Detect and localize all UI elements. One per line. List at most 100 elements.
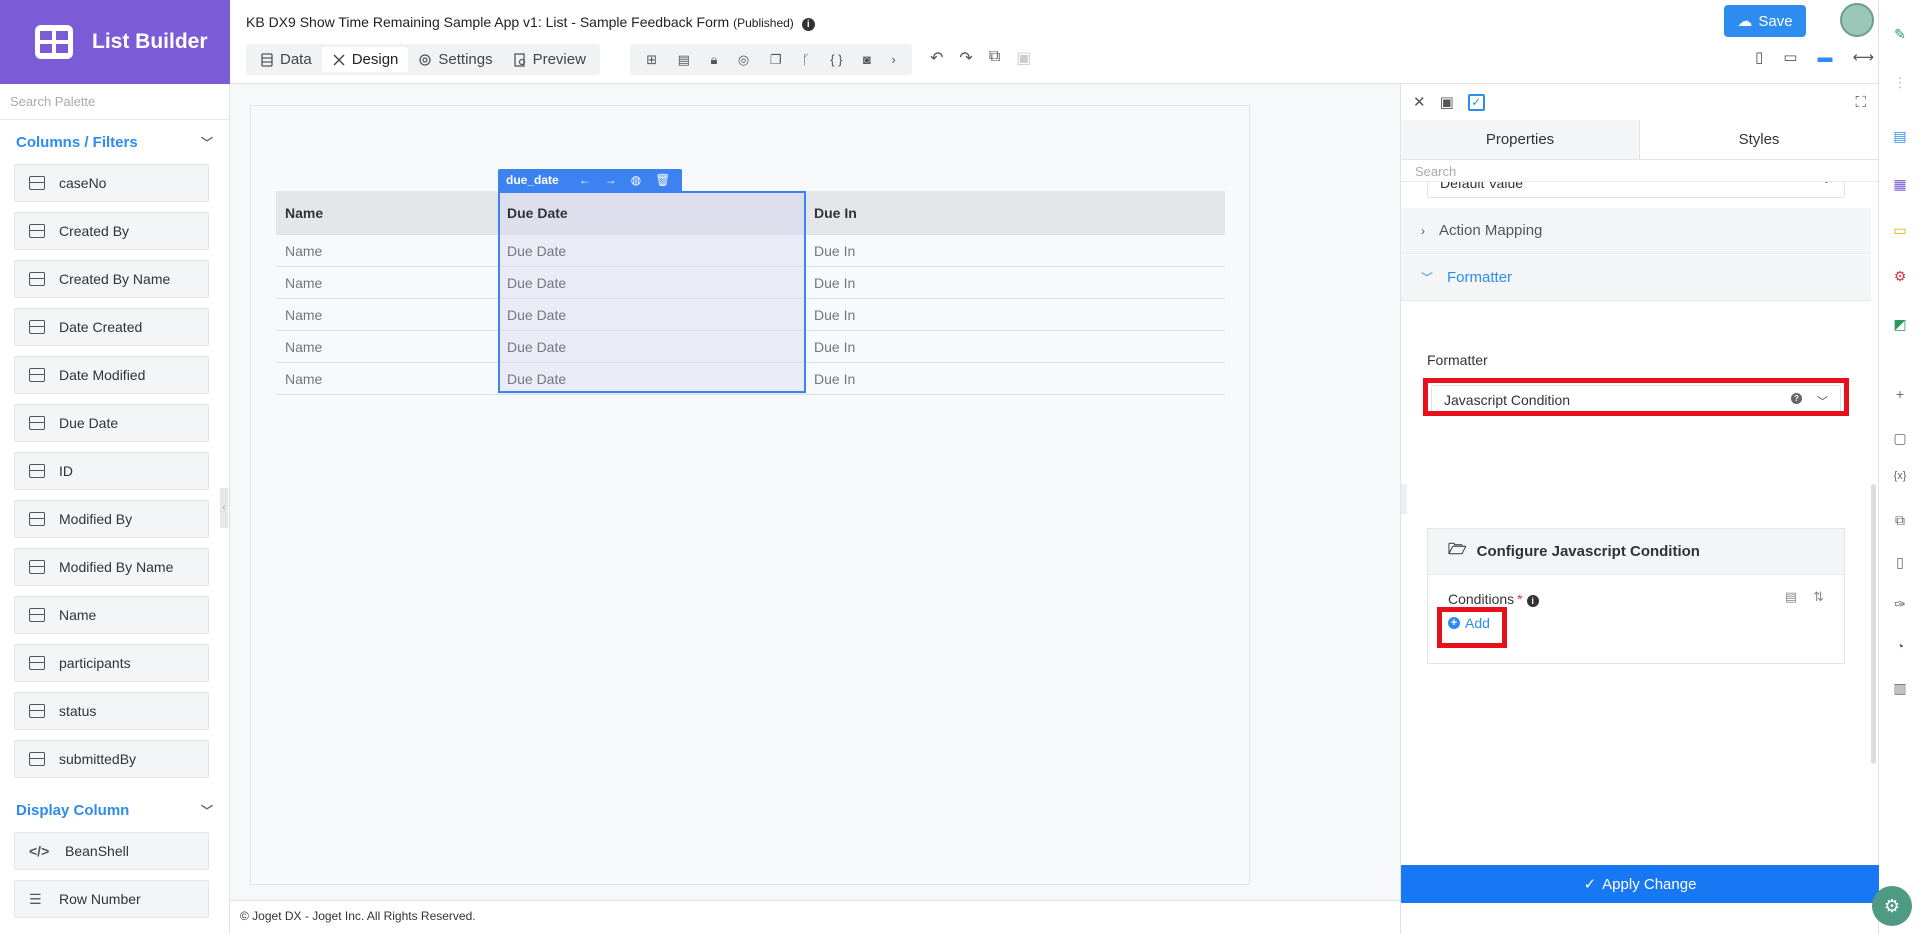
avatar[interactable] (1840, 3, 1874, 37)
save-button[interactable]: ☁ Save (1724, 5, 1806, 37)
plugin-icon[interactable]: ✑ (1892, 596, 1908, 612)
trash-icon[interactable]: 🗑︎ (655, 173, 670, 187)
apply-change-label: Apply Change (1602, 875, 1697, 893)
api-icon[interactable]: ▥ (1892, 680, 1908, 696)
table-cell: Due Date (498, 267, 805, 298)
palette-item-row-number[interactable]: ☰ Row Number (14, 880, 209, 918)
app-title: KB DX9 Show Time Remaining Sample App v1… (246, 14, 815, 31)
settings-gear-icon[interactable]: ⚙ (1872, 886, 1912, 926)
laptop-icon[interactable]: ▬ (1817, 49, 1832, 66)
checkbox-icon[interactable]: ✓ (1467, 93, 1485, 111)
expand-width-icon[interactable]: ⟷ (1852, 48, 1874, 66)
config-header: 🗁︎ Configure Javascript Condition (1428, 529, 1844, 575)
chevron-right-icon[interactable]: › (891, 52, 895, 67)
folder-open-icon: 🗁︎ (1448, 541, 1467, 558)
paint-icon[interactable]: ◩ (1892, 316, 1908, 332)
form-icon[interactable]: ▤ (678, 52, 690, 68)
palette-item-beanshell[interactable]: </> BeanShell (14, 832, 209, 870)
default-value-select[interactable]: Default Value ﹀ (1427, 182, 1845, 198)
json-view-icon[interactable]: ▣ (1440, 93, 1454, 111)
tab-styles[interactable]: Styles (1640, 120, 1878, 159)
palette-item[interactable]: participants (14, 644, 209, 682)
edit-icon[interactable]: ✎ (1892, 26, 1908, 42)
section-columns-filters[interactable]: Columns / Filters ﹀ (0, 120, 229, 164)
note-icon[interactable]: ▢ (1892, 430, 1908, 446)
arrow-right-icon[interactable]: → (605, 173, 617, 187)
palette-item[interactable]: submittedBy (14, 740, 209, 778)
tab-design[interactable]: Design (321, 47, 409, 72)
camera-icon[interactable]: ◙ (863, 52, 871, 67)
table-cell: Due In (814, 274, 856, 291)
undo-icon[interactable]: ↶ (930, 48, 943, 68)
branch-icon[interactable]: ᚴ (802, 52, 810, 67)
process-icon[interactable]: ⚙ (1892, 268, 1908, 284)
palette-style-icon[interactable]: ◍ (631, 173, 641, 187)
performance-icon[interactable]: ◔ (1892, 638, 1908, 654)
tab-preview[interactable]: Preview (503, 47, 596, 72)
properties-search-input[interactable]: Search (1401, 160, 1878, 182)
formatter-select[interactable]: Javascript Condition ? ﹀ (1431, 385, 1841, 415)
paste-icon[interactable]: ▣ (1016, 48, 1031, 68)
palette-search-input[interactable]: Search Palette (0, 84, 229, 120)
chevron-down-icon: ﹀ (1821, 182, 1832, 191)
column-toolbar: due_date ← → ◍ 🗑︎ (498, 169, 682, 191)
palette-item[interactable]: Modified By (14, 500, 209, 538)
palette-item[interactable]: Date Created (14, 308, 209, 346)
columns-list: caseNo Created By Created By Name Date Crea… (0, 164, 229, 778)
redo-icon[interactable]: ↷ (959, 48, 972, 68)
column-header-due-date[interactable]: Due Date (498, 191, 805, 234)
drag-handle-icon[interactable]: ⋮ (1892, 74, 1908, 90)
tablet-icon[interactable]: ▭ (1783, 48, 1797, 66)
braces-icon[interactable]: { } (830, 52, 842, 67)
info-icon[interactable]: i (801, 18, 815, 31)
apply-change-button[interactable]: ✓ Apply Change (1401, 865, 1879, 903)
properties-content: Default Value ﹀ › Action Mapping ﹀ Forma… (1401, 182, 1871, 850)
section-display-column[interactable]: Display Column ﹀ (0, 788, 229, 832)
plus-icon[interactable]: + (1892, 386, 1908, 402)
lock-icon[interactable]: 🔒︎ (710, 52, 717, 68)
palette-item[interactable]: Created By (14, 212, 209, 250)
userview-icon[interactable]: ▭ (1892, 222, 1908, 238)
info-icon[interactable]: i (1526, 595, 1539, 607)
properties-scrollbar[interactable] (1871, 484, 1876, 764)
accordion-action-mapping[interactable]: › Action Mapping (1401, 208, 1871, 254)
table-view-icon[interactable]: ▤ (1785, 589, 1797, 605)
arrow-left-icon[interactable]: ← (579, 173, 591, 187)
palette-item[interactable]: Created By Name (14, 260, 209, 298)
phone-icon[interactable]: ▯ (1755, 48, 1763, 66)
add-condition-button[interactable]: + Add (1448, 615, 1490, 631)
table-cell: Name (285, 274, 323, 291)
palette-item[interactable]: ID (14, 452, 209, 490)
tree-icon[interactable]: ⊞ (646, 52, 657, 68)
required-mark: * (1517, 591, 1523, 607)
table-column-icon (29, 224, 45, 238)
variable-icon[interactable]: {x} (1892, 468, 1908, 484)
fullscreen-icon[interactable]: ⛶ (1855, 94, 1866, 111)
list-icon[interactable]: ▦ (1892, 176, 1908, 192)
palette-item[interactable]: Date Modified (14, 356, 209, 394)
glasses-icon[interactable]: ◎ (738, 52, 749, 68)
check-icon: ✓ (1583, 876, 1597, 893)
table-column-icon (29, 752, 45, 766)
close-icon[interactable]: ✕ (1413, 93, 1426, 111)
collapse-palette-handle[interactable]: ‹ (220, 488, 228, 528)
formatter-label: Formatter (1427, 352, 1488, 368)
palette-item[interactable]: Name (14, 596, 209, 634)
table-cell: Due Date (498, 235, 805, 266)
sort-icon[interactable]: ⇅ (1813, 589, 1824, 605)
translate-icon[interactable]: ⧉ (1892, 512, 1908, 528)
accordion-formatter[interactable]: ﹀ Formatter (1401, 255, 1871, 301)
palette-item[interactable]: Due Date (14, 404, 209, 442)
copy-icon[interactable]: ❐ (770, 52, 782, 68)
tab-data[interactable]: Data (250, 47, 322, 72)
palette-item[interactable]: Modified By Name (14, 548, 209, 586)
palette-item[interactable]: caseNo (14, 164, 209, 202)
document-icon[interactable]: ▤ (1892, 128, 1908, 144)
file-icon[interactable]: ▯ (1892, 554, 1908, 570)
palette-item[interactable]: status (14, 692, 209, 730)
column-header-due-in[interactable]: Due In (805, 191, 1225, 234)
tab-properties[interactable]: Properties (1401, 120, 1640, 159)
duplicate-icon[interactable]: ⧉ (989, 48, 1000, 68)
column-header-name[interactable]: Name (276, 191, 498, 234)
tab-settings[interactable]: Settings (408, 47, 502, 72)
